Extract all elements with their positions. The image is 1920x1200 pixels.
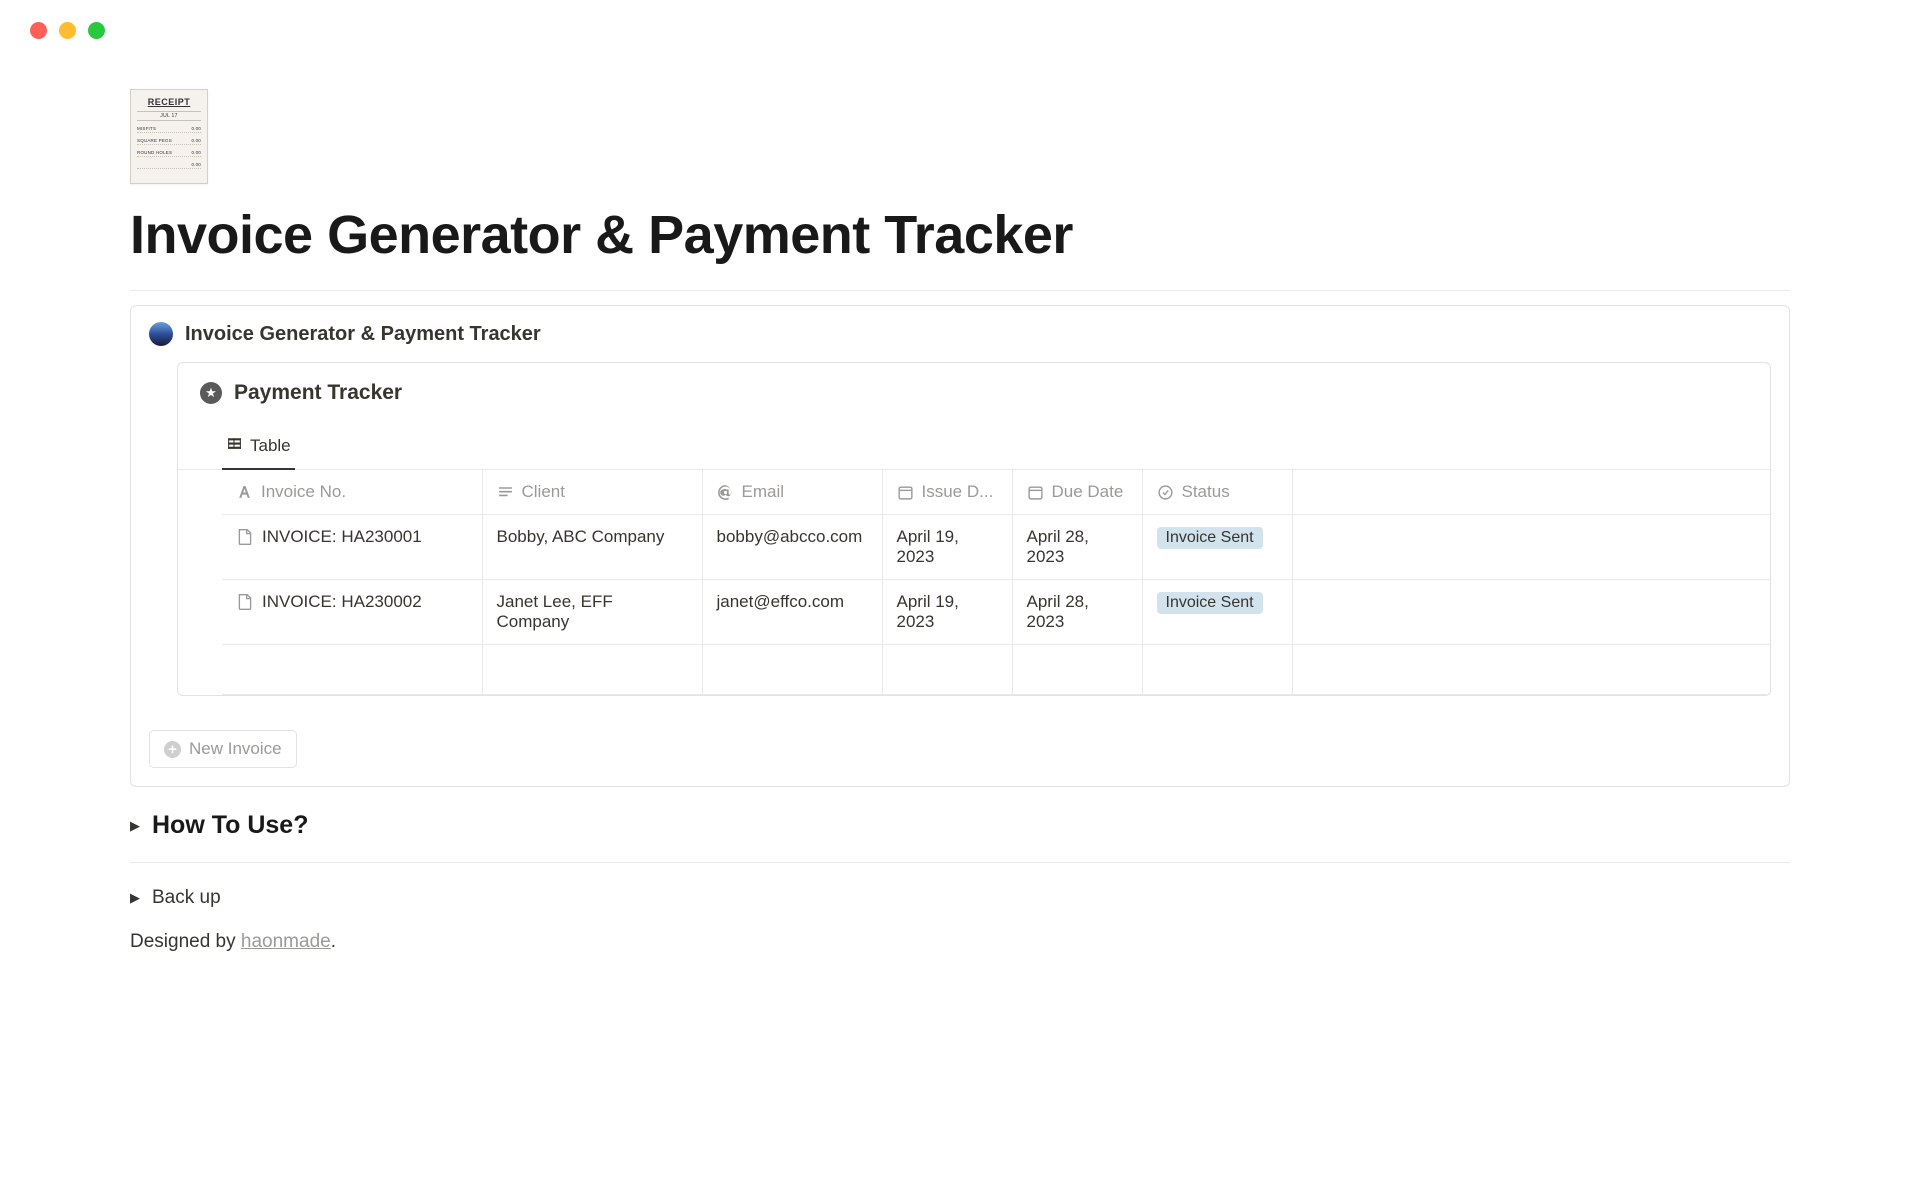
table-icon — [226, 435, 243, 457]
cell-client: Janet Lee, EFF Company — [482, 580, 702, 645]
status-badge: Invoice Sent — [1157, 527, 1263, 549]
designer-link[interactable]: haonmade — [241, 931, 331, 952]
toggle-title: How To Use? — [152, 811, 308, 840]
payment-tracker-title: Payment Tracker — [234, 381, 402, 405]
col-header-email[interactable]: Email — [702, 470, 882, 515]
tab-table[interactable]: Table — [222, 425, 295, 470]
cell-email: janet@effco.com — [702, 580, 882, 645]
cell-invoice-no: INVOICE: HA230002 — [262, 592, 422, 612]
callout-header: Invoice Generator & Payment Tracker — [131, 306, 1789, 362]
cell-due-date: April 28, 2023 — [1012, 580, 1142, 645]
receipt-icon: RECEIPT JUL 17 MISFITS0.00 SQUARE PEGS0.… — [130, 89, 208, 184]
title-property-icon — [236, 484, 253, 501]
callout-block: Invoice Generator & Payment Tracker ★ Pa… — [130, 305, 1790, 787]
cell-due-date: April 28, 2023 — [1012, 515, 1142, 580]
receipt-line: ROUND HOLES0.00 — [137, 149, 201, 157]
maximize-window-button[interactable] — [88, 22, 105, 39]
col-header-due-date[interactable]: Due Date — [1012, 470, 1142, 515]
col-header-invoice-no[interactable]: Invoice No. — [222, 470, 482, 515]
date-property-icon — [1027, 484, 1044, 501]
page-icon — [236, 528, 254, 546]
star-icon: ★ — [200, 382, 222, 404]
payment-tracker-table: Invoice No. Client — [222, 470, 1770, 695]
toggle-back-up[interactable]: ▶ Back up — [130, 887, 1790, 909]
triangle-icon: ▶ — [130, 890, 140, 906]
cell-issue-date: April 19, 2023 — [882, 515, 1012, 580]
col-header-status[interactable]: Status — [1142, 470, 1292, 515]
view-tabs: Table — [178, 425, 1770, 470]
status-badge: Invoice Sent — [1157, 592, 1263, 614]
receipt-title: RECEIPT — [137, 97, 201, 107]
email-property-icon — [717, 484, 734, 501]
col-header-issue-date[interactable]: Issue D... — [882, 470, 1012, 515]
table-header-row: Invoice No. Client — [222, 470, 1770, 515]
col-header-empty — [1292, 470, 1770, 515]
globe-icon — [149, 322, 173, 346]
divider — [130, 290, 1790, 291]
callout-title: Invoice Generator & Payment Tracker — [185, 323, 541, 346]
cell-client: Bobby, ABC Company — [482, 515, 702, 580]
text-property-icon — [497, 484, 514, 501]
footer-credit: Designed by haonmade. — [130, 931, 1790, 953]
table-spacer-row — [222, 645, 1770, 695]
receipt-line: 0.00 — [137, 161, 201, 169]
cell-email: bobby@abcco.com — [702, 515, 882, 580]
minimize-window-button[interactable] — [59, 22, 76, 39]
triangle-icon: ▶ — [130, 818, 140, 834]
date-property-icon — [897, 484, 914, 501]
table-row[interactable]: INVOICE: HA230001 Bobby, ABC Company bob… — [222, 515, 1770, 580]
new-invoice-button[interactable]: + New Invoice — [149, 730, 297, 768]
close-window-button[interactable] — [30, 22, 47, 39]
cell-invoice-no: INVOICE: HA230001 — [262, 527, 422, 547]
payment-tracker-card: ★ Payment Tracker Table — [177, 362, 1771, 696]
toggle-how-to-use[interactable]: ▶ How To Use? — [130, 811, 1790, 840]
tab-label: Table — [250, 436, 291, 456]
page-icon — [236, 593, 254, 611]
toggle-title: Back up — [152, 887, 221, 909]
new-invoice-label: New Invoice — [189, 739, 282, 759]
window-traffic-lights — [0, 0, 1920, 39]
receipt-date: JUL 17 — [137, 111, 201, 121]
page-icon-receipt[interactable]: RECEIPT JUL 17 MISFITS0.00 SQUARE PEGS0.… — [130, 89, 208, 184]
col-header-client[interactable]: Client — [482, 470, 702, 515]
table-row[interactable]: INVOICE: HA230002 Janet Lee, EFF Company… — [222, 580, 1770, 645]
plus-icon: + — [164, 741, 181, 758]
select-property-icon — [1157, 484, 1174, 501]
receipt-line: MISFITS0.00 — [137, 125, 201, 133]
receipt-line: SQUARE PEGS0.00 — [137, 137, 201, 145]
cell-issue-date: April 19, 2023 — [882, 580, 1012, 645]
payment-tracker-header: ★ Payment Tracker — [178, 363, 1770, 415]
divider — [130, 862, 1790, 863]
page-title: Invoice Generator & Payment Tracker — [130, 204, 1790, 266]
